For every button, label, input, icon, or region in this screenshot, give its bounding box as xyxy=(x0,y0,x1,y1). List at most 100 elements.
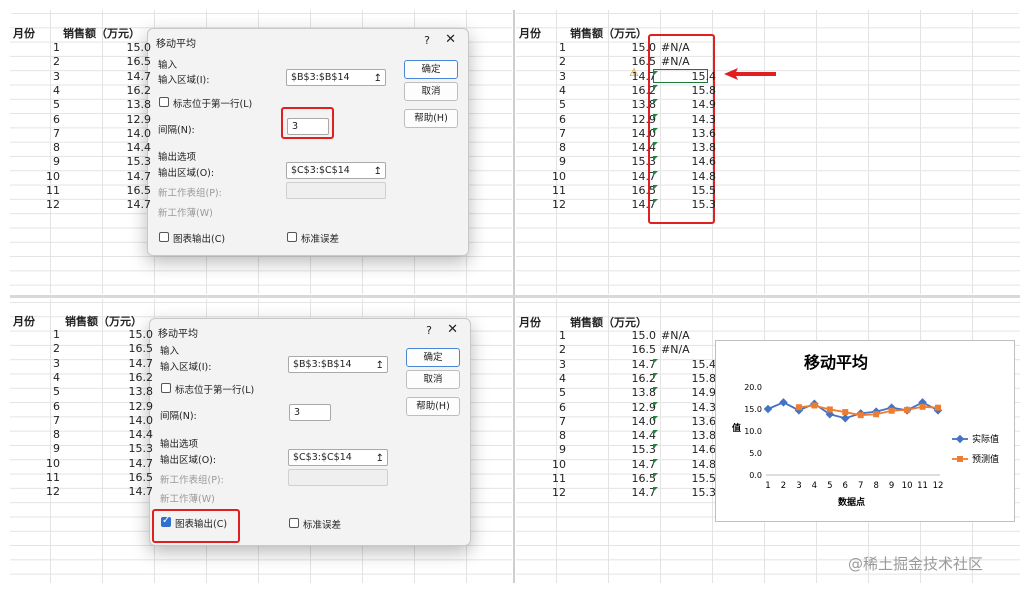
month-cell[interactable]: 11 xyxy=(536,472,566,486)
interval-field[interactable]: 3 xyxy=(289,404,331,421)
sales-cell[interactable]: 14.7 xyxy=(616,358,657,372)
help-button[interactable]: 帮助(H) xyxy=(406,397,460,416)
month-cell[interactable]: 5 xyxy=(30,385,60,399)
sales-cell[interactable]: 14.7 xyxy=(616,458,657,472)
month-cell[interactable]: 8 xyxy=(30,428,60,442)
moving-average-cell[interactable]: 15.5 xyxy=(661,472,717,486)
month-cell[interactable]: 1 xyxy=(536,41,566,55)
sales-cell[interactable]: 14.4 xyxy=(616,141,657,155)
sales-cell[interactable]: 16.5 xyxy=(113,471,154,485)
month-cell[interactable]: 11 xyxy=(30,184,60,198)
help-button[interactable]: 帮助(H) xyxy=(404,109,458,128)
sales-cell[interactable]: 14.7 xyxy=(111,170,152,184)
moving-average-cell[interactable]: 15.8 xyxy=(661,372,717,386)
month-cell[interactable]: 1 xyxy=(30,41,60,55)
labels-first-row-checkbox[interactable] xyxy=(159,97,169,107)
month-cell[interactable]: 10 xyxy=(30,457,60,471)
month-cell[interactable]: 7 xyxy=(30,127,60,141)
month-cell[interactable]: 3 xyxy=(30,357,60,371)
sales-cell[interactable]: 16.5 xyxy=(111,55,152,69)
cancel-button[interactable]: 取消 xyxy=(406,370,460,389)
sales-cell[interactable]: 16.2 xyxy=(111,84,152,98)
month-cell[interactable]: 6 xyxy=(30,113,60,127)
moving-average-cell[interactable]: 13.8 xyxy=(661,141,717,155)
standard-errors-checkbox[interactable] xyxy=(287,232,297,242)
sales-cell[interactable]: 14.4 xyxy=(111,141,152,155)
month-cell[interactable]: 5 xyxy=(536,98,566,112)
month-cell[interactable]: 1 xyxy=(536,329,566,343)
sales-cell[interactable]: 16.2 xyxy=(616,84,657,98)
sales-cell[interactable]: 14.0 xyxy=(113,414,154,428)
moving-average-cell[interactable]: 14.9 xyxy=(661,98,717,112)
moving-average-cell[interactable]: 13.8 xyxy=(661,429,717,443)
sales-cell[interactable]: 15.0 xyxy=(111,41,152,55)
sales-cell[interactable]: 14.0 xyxy=(111,127,152,141)
sales-cell[interactable]: 14.7 xyxy=(616,170,657,184)
sales-cell[interactable]: 16.5 xyxy=(616,343,657,357)
input-range-field[interactable]: $B$3:$B$14 ↥ xyxy=(286,69,386,86)
sales-cell[interactable]: 13.8 xyxy=(616,98,657,112)
moving-average-cell[interactable]: 15.3 xyxy=(661,198,717,212)
help-icon[interactable]: ? xyxy=(424,34,430,47)
month-cell[interactable]: 1 xyxy=(30,328,60,342)
cancel-button[interactable]: 取消 xyxy=(404,82,458,101)
month-cell[interactable]: 4 xyxy=(536,84,566,98)
sales-cell[interactable]: 16.2 xyxy=(616,372,657,386)
moving-average-cell[interactable]: 13.6 xyxy=(661,127,717,141)
standard-errors-checkbox[interactable] xyxy=(289,518,299,528)
ok-button[interactable]: 确定 xyxy=(404,60,458,79)
month-cell[interactable]: 12 xyxy=(30,198,60,212)
sales-cell[interactable]: 12.9 xyxy=(616,113,657,127)
month-cell[interactable]: 2 xyxy=(536,55,566,69)
month-cell[interactable]: 2 xyxy=(536,343,566,357)
sales-cell[interactable]: 16.5 xyxy=(616,184,657,198)
sales-cell[interactable]: 16.2 xyxy=(113,371,154,385)
moving-average-cell[interactable]: #N/A xyxy=(661,343,690,357)
moving-average-cell[interactable]: 13.6 xyxy=(661,415,717,429)
month-cell[interactable]: 8 xyxy=(536,141,566,155)
range-select-icon[interactable]: ↥ xyxy=(376,358,384,373)
labels-first-row-checkbox[interactable] xyxy=(161,383,171,393)
month-cell[interactable]: 2 xyxy=(30,342,60,356)
moving-average-cell[interactable]: #N/A xyxy=(661,55,690,69)
moving-average-cell[interactable]: 15.5 xyxy=(661,184,717,198)
month-cell[interactable]: 9 xyxy=(536,155,566,169)
sales-cell[interactable]: 15.0 xyxy=(616,329,657,343)
month-cell[interactable]: 7 xyxy=(536,127,566,141)
month-cell[interactable]: 2 xyxy=(30,55,60,69)
sales-cell[interactable]: 15.0 xyxy=(113,328,154,342)
month-cell[interactable]: 4 xyxy=(30,371,60,385)
ok-button[interactable]: 确定 xyxy=(406,348,460,367)
moving-average-cell[interactable]: 14.3 xyxy=(661,113,717,127)
help-icon[interactable]: ? xyxy=(426,324,432,337)
sales-cell[interactable]: 12.9 xyxy=(616,401,657,415)
month-cell[interactable]: 11 xyxy=(536,184,566,198)
moving-average-cell[interactable]: 14.8 xyxy=(661,458,717,472)
close-icon[interactable]: ✕ xyxy=(445,32,456,47)
month-cell[interactable]: 9 xyxy=(30,155,60,169)
month-cell[interactable]: 3 xyxy=(30,70,60,84)
sales-cell[interactable]: 14.7 xyxy=(616,198,657,212)
month-cell[interactable]: 5 xyxy=(536,386,566,400)
month-cell[interactable]: 6 xyxy=(536,401,566,415)
sales-cell[interactable]: 14.4 xyxy=(113,428,154,442)
range-select-icon[interactable]: ↥ xyxy=(374,164,382,179)
month-cell[interactable]: 12 xyxy=(30,485,60,499)
sales-cell[interactable]: 14.0 xyxy=(616,415,657,429)
sales-cell[interactable]: 12.9 xyxy=(111,113,152,127)
sales-cell[interactable]: 16.5 xyxy=(616,55,657,69)
sales-cell[interactable]: 13.8 xyxy=(111,98,152,112)
month-cell[interactable]: 9 xyxy=(30,442,60,456)
sales-cell[interactable]: 14.7 xyxy=(111,198,152,212)
output-range-field[interactable]: $C$3:$C$14 ↥ xyxy=(286,162,386,179)
sales-cell[interactable]: 14.4 xyxy=(616,429,657,443)
sales-cell[interactable]: 16.5 xyxy=(113,342,154,356)
moving-average-cell[interactable]: 15.4 xyxy=(661,358,717,372)
sales-cell[interactable]: 15.3 xyxy=(616,155,657,169)
month-cell[interactable]: 7 xyxy=(536,415,566,429)
month-cell[interactable]: 11 xyxy=(30,471,60,485)
sales-cell[interactable]: 14.0 xyxy=(616,127,657,141)
month-cell[interactable]: 12 xyxy=(536,198,566,212)
sales-cell[interactable]: 13.8 xyxy=(113,385,154,399)
month-cell[interactable]: 8 xyxy=(536,429,566,443)
